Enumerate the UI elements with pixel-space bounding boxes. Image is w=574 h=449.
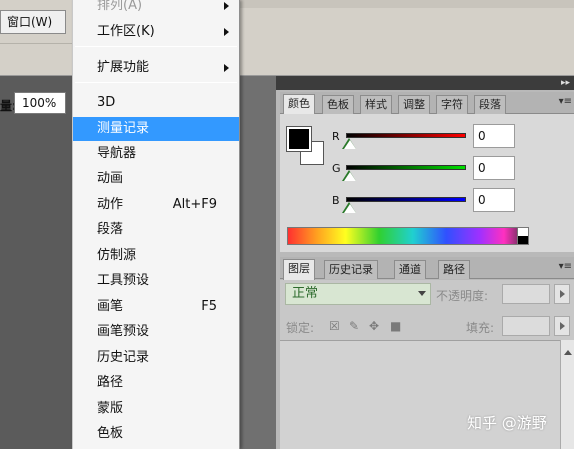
layers-panel-tabbar: 图层 历史记录 通道 路径 ▾≡ [280, 257, 574, 280]
tab-paths[interactable]: 路径 [438, 260, 470, 279]
menu-item-history[interactable]: 历史记录 [73, 346, 239, 370]
panel-dock-header: ▸▸ [276, 76, 574, 90]
opacity-field[interactable] [502, 284, 550, 304]
menu-item-masks[interactable]: 蒙版 [73, 397, 239, 421]
blue-channel-label: B [332, 194, 340, 207]
lock-position-icon[interactable]: ✥ [369, 319, 379, 333]
fill-label: 填充: [466, 321, 495, 335]
lock-transparent-icon[interactable]: ☒ [329, 319, 340, 333]
red-slider-handle-fill [344, 140, 356, 149]
app-menubar-right [240, 0, 574, 44]
options-bar-left: 量: 100% [0, 44, 72, 114]
menu-item-label: 工具预设 [97, 273, 150, 288]
menu-item-label: 色板 [97, 426, 124, 441]
layers-scrollbar[interactable] [560, 340, 574, 449]
green-slider-handle-fill [344, 172, 356, 181]
blue-slider-handle-fill [344, 204, 356, 213]
menu-item-label: 画笔预设 [97, 324, 150, 339]
tab-history[interactable]: 历史记录 [324, 260, 378, 279]
menu-item-label: 扩展功能 [97, 60, 150, 75]
menu-item-brush-presets[interactable]: 画笔预设 [73, 320, 239, 344]
menu-item-tool-presets[interactable]: 工具预设 [73, 269, 239, 293]
green-value-field[interactable]: 0 [473, 156, 515, 180]
color-panel-tabbar: 颜色 色板 样式 调整 字符 段落 ▾≡ [280, 92, 574, 115]
app-menubar-left: 窗口(W) [0, 0, 72, 44]
tab-character[interactable]: 字符 [436, 95, 468, 114]
document-canvas-area [240, 76, 276, 449]
menu-item-paragraph[interactable]: 段落 [73, 218, 239, 242]
menu-item-label: 蒙版 [97, 401, 124, 416]
menu-item-shortcut: F5 [201, 299, 217, 314]
panel-menu-icon[interactable]: ▾≡ [559, 97, 572, 107]
tab-channels[interactable]: 通道 [394, 260, 426, 279]
green-slider[interactable] [346, 165, 466, 170]
fill-stepper[interactable] [554, 316, 570, 336]
menu-separator [75, 46, 237, 47]
foreground-color-swatch[interactable] [286, 126, 312, 152]
menu-item-animation[interactable]: 动画 [73, 167, 239, 191]
menu-item-workspace[interactable]: 工作区(K) [73, 20, 239, 44]
blue-value-field[interactable]: 0 [473, 188, 515, 212]
menu-item-label: 历史记录 [97, 350, 150, 365]
submenu-arrow-icon [224, 2, 229, 10]
opacity-stepper[interactable] [554, 284, 570, 304]
menu-item-extensions[interactable]: 扩展功能 [73, 56, 239, 80]
color-spectrum-bar[interactable] [287, 227, 529, 245]
green-channel-label: G [332, 162, 341, 175]
window-menu[interactable]: 窗口(W) [0, 10, 66, 34]
menu-item-label: 动作 [97, 197, 124, 212]
menu-item-arrange[interactable]: 排列(A) [73, 0, 239, 18]
submenu-arrow-icon [224, 64, 229, 72]
blend-mode-select[interactable]: 正常 [285, 283, 431, 305]
window-dropdown-menu: 排列(A) 工作区(K) 扩展功能 3D 测量记录 导航器 动画 动作 Alt+… [72, 0, 240, 449]
menu-item-label: 测量记录 [97, 121, 150, 136]
red-value-field[interactable]: 0 [473, 124, 515, 148]
zoom-field[interactable]: 100% [14, 92, 66, 114]
menu-item-actions[interactable]: 动作 Alt+F9 [73, 193, 239, 217]
menu-item-label: 段落 [97, 222, 124, 237]
options-bar-right [240, 44, 574, 76]
red-slider[interactable] [346, 133, 466, 138]
panel-menu-icon[interactable]: ▾≡ [559, 262, 572, 272]
menu-item-brush[interactable]: 画笔 F5 [73, 295, 239, 319]
menu-separator [75, 82, 237, 83]
menu-item-label: 导航器 [97, 146, 137, 161]
lock-all-icon[interactable]: ■ [390, 319, 401, 333]
tab-styles[interactable]: 样式 [360, 95, 392, 114]
submenu-arrow-icon [224, 28, 229, 36]
menu-item-label: 3D [97, 95, 116, 110]
watermark: 知乎 @游野 [467, 414, 547, 432]
tab-adjustments[interactable]: 调整 [398, 95, 430, 114]
menu-item-label: 工作区(K) [97, 24, 155, 39]
menu-item-label: 动画 [97, 171, 124, 186]
collapse-panels-icon[interactable]: ▸▸ [561, 77, 570, 89]
opacity-label: 不透明度: [436, 289, 489, 303]
chevron-down-icon [418, 291, 426, 296]
menu-item-3d[interactable]: 3D [73, 91, 239, 115]
lock-label: 锁定: [286, 321, 315, 335]
red-channel-label: R [332, 130, 340, 143]
menu-item-label: 排列(A) [97, 0, 143, 13]
menu-item-measurement-log[interactable]: 测量记录 [73, 117, 239, 141]
menu-item-label: 画笔 [97, 299, 124, 314]
scroll-up-icon[interactable] [564, 350, 572, 355]
menu-item-swatches[interactable]: 色板 [73, 422, 239, 446]
tab-layers[interactable]: 图层 [283, 259, 315, 280]
blue-slider[interactable] [346, 197, 466, 202]
black-white-swatch[interactable] [517, 227, 529, 245]
menu-item-label: 路径 [97, 375, 124, 390]
tab-color[interactable]: 颜色 [283, 94, 315, 115]
lock-image-icon[interactable]: ✎ [349, 319, 359, 333]
menu-item-label: 仿制源 [97, 248, 137, 263]
fill-field[interactable] [502, 316, 550, 336]
tab-paragraph[interactable]: 段落 [474, 95, 506, 114]
menu-item-navigator[interactable]: 导航器 [73, 142, 239, 166]
tab-swatches[interactable]: 色板 [322, 95, 354, 114]
menu-item-paths[interactable]: 路径 [73, 371, 239, 395]
menu-item-clone-source[interactable]: 仿制源 [73, 244, 239, 268]
menu-item-shortcut: Alt+F9 [172, 197, 217, 212]
